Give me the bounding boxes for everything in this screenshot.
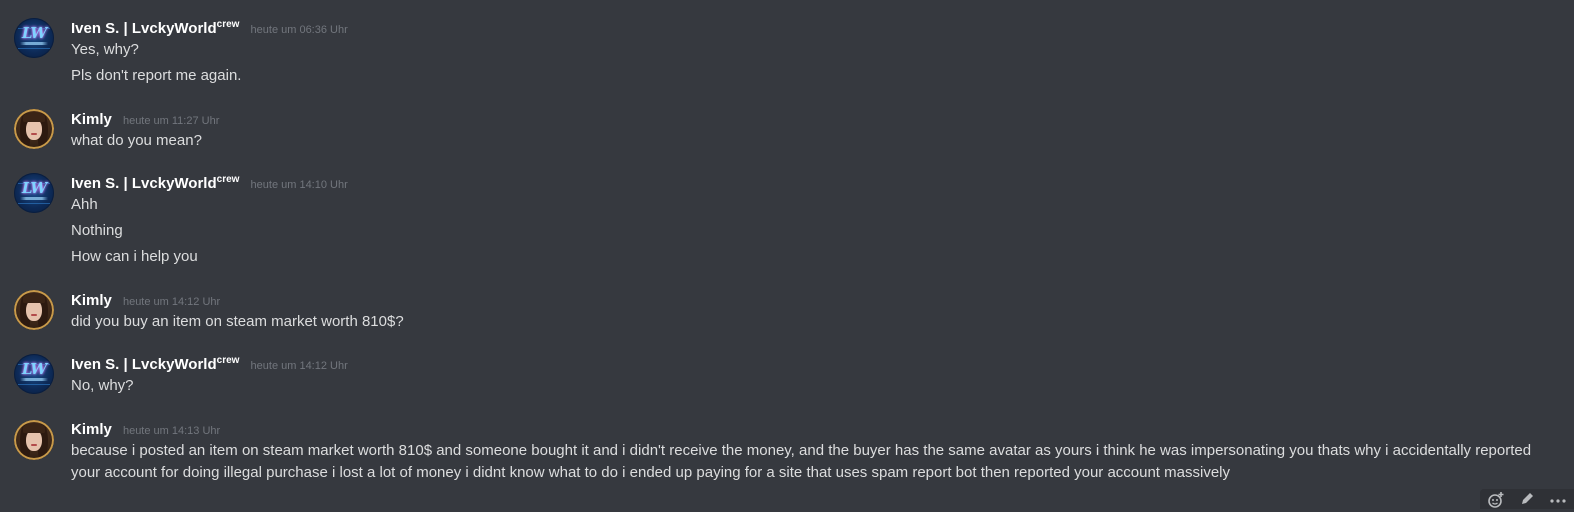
message-header: Iven S. | LvckyWorldcrew heute um 06:36 …: [71, 18, 348, 37]
role-tag: crew: [216, 355, 240, 366]
timestamp: heute um 06:36 Uhr: [250, 24, 348, 36]
message-text: Ahh: [71, 196, 98, 213]
role-tag: crew: [216, 174, 240, 185]
message-header: Iven S. | LvckyWorldcrew heute um 14:10 …: [71, 173, 348, 192]
message-actions-toolbar: [1480, 489, 1574, 509]
message-text: did you buy an item on steam market wort…: [71, 313, 404, 330]
message-header: Iven S. | LvckyWorldcrew heute um 14:12 …: [71, 354, 348, 373]
avatar[interactable]: LW: [14, 354, 54, 394]
more-options-icon[interactable]: [1549, 491, 1567, 510]
message-text: How can i help you: [71, 248, 198, 265]
avatar[interactable]: [14, 109, 54, 149]
message-text: because i posted an item on steam market…: [71, 442, 1532, 459]
username[interactable]: Kimly: [71, 292, 112, 309]
username[interactable]: Kimly: [71, 111, 112, 128]
username[interactable]: Iven S. | LvckyWorld: [71, 20, 217, 37]
timestamp: heute um 14:12 Uhr: [122, 296, 221, 308]
timestamp: heute um 14:13 Uhr: [122, 425, 221, 437]
timestamp: heute um 14:12 Uhr: [250, 360, 348, 372]
avatar[interactable]: LW: [14, 173, 54, 213]
message-text: Pls don't report me again.: [71, 67, 242, 84]
avatar[interactable]: LW: [14, 18, 54, 58]
edit-icon[interactable]: [1519, 491, 1535, 510]
username[interactable]: Iven S. | LvckyWorld: [71, 175, 217, 192]
avatar[interactable]: [14, 290, 54, 330]
message-text: No, why?: [71, 377, 134, 394]
username[interactable]: Iven S. | LvckyWorld: [71, 356, 217, 373]
message-text: Nothing: [71, 222, 123, 239]
timestamp: heute um 11:27 Uhr: [122, 115, 220, 127]
message-text: Yes, why?: [71, 41, 139, 58]
message-header: Kimly heute um 14:13 Uhr: [71, 419, 220, 438]
timestamp: heute um 14:10 Uhr: [250, 179, 348, 191]
username[interactable]: Kimly: [71, 421, 112, 438]
message-header: Kimly heute um 14:12 Uhr: [71, 290, 220, 309]
avatar[interactable]: [14, 420, 54, 460]
role-tag: crew: [216, 19, 240, 30]
message-text: what do you mean?: [71, 132, 202, 149]
message-text: your account for doing illegal purchase …: [71, 464, 1230, 481]
message-header: Kimly heute um 11:27 Uhr: [71, 109, 219, 128]
